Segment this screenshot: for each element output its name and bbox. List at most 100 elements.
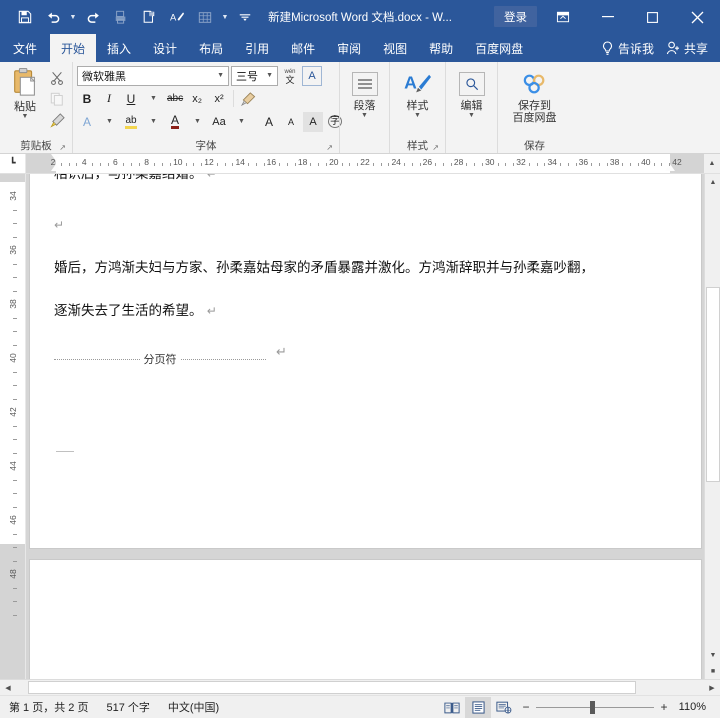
bold-button[interactable]: B bbox=[77, 89, 97, 109]
save-icon[interactable] bbox=[12, 5, 38, 29]
zoom-out-button[interactable]: − bbox=[521, 700, 531, 714]
paragraph-button[interactable]: 段落 ▼ bbox=[344, 65, 385, 119]
word-count[interactable]: 517 个字 bbox=[97, 699, 158, 715]
strikethrough-button[interactable]: abc bbox=[165, 89, 185, 109]
tab-design[interactable]: 设计 bbox=[142, 34, 188, 62]
format-painter-button[interactable] bbox=[46, 110, 68, 130]
italic-button[interactable]: I bbox=[99, 89, 119, 109]
editing-chevron-down-icon[interactable]: ▼ bbox=[468, 112, 475, 119]
horizontal-scrollbar[interactable]: ◀ ▶ bbox=[0, 679, 720, 695]
subscript-button[interactable]: x₂ bbox=[187, 89, 207, 109]
sign-in-button[interactable]: 登录 bbox=[494, 6, 537, 27]
editing-button[interactable]: 编辑 ▼ bbox=[450, 65, 493, 119]
ribbon-display-options-button[interactable] bbox=[540, 0, 585, 34]
split-view-button[interactable]: ■ bbox=[705, 663, 720, 679]
document-line-4[interactable]: 逐渐失去了生活的希望。 ↵ bbox=[54, 304, 217, 319]
tab-review[interactable]: 审阅 bbox=[326, 34, 372, 62]
tab-stop-selector[interactable]: ┗ bbox=[0, 154, 26, 173]
table-icon[interactable] bbox=[192, 5, 218, 29]
vertical-scrollbar[interactable]: ▲ ▼ ■ bbox=[704, 174, 720, 679]
highlight-button[interactable]: ab bbox=[121, 112, 141, 132]
document-line-1[interactable]: 相识后，与孙柔嘉结婚。 ↵ bbox=[54, 174, 217, 182]
page-break-marker[interactable]: 分页符 bbox=[54, 351, 266, 367]
tab-layout[interactable]: 布局 bbox=[188, 34, 234, 62]
tab-insert[interactable]: 插入 bbox=[96, 34, 142, 62]
styles-dialog-launcher-icon[interactable]: ↗ bbox=[432, 143, 439, 152]
save-to-baidu-netdisk-button[interactable]: 保存到 百度网盘 bbox=[502, 65, 567, 124]
paste-button[interactable]: 粘贴 ▼ bbox=[4, 65, 46, 120]
zoom-slider[interactable] bbox=[536, 700, 654, 714]
clear-formatting-button[interactable] bbox=[238, 89, 258, 109]
character-border-button[interactable]: A bbox=[302, 65, 322, 86]
clipboard-dialog-launcher-icon[interactable]: ↗ bbox=[59, 143, 66, 152]
scroll-left-button[interactable]: ◀ bbox=[0, 680, 16, 696]
document-line-2[interactable]: ↵ bbox=[54, 219, 64, 233]
styles-button[interactable]: A 样式 ▼ bbox=[394, 65, 441, 119]
document-page-2[interactable] bbox=[29, 559, 702, 679]
superscript-button[interactable]: x² bbox=[209, 89, 229, 109]
language-indicator[interactable]: 中文(中国) bbox=[159, 699, 228, 715]
phonetic-guide-button[interactable]: wén 文 bbox=[280, 66, 300, 86]
redo-icon[interactable] bbox=[80, 5, 106, 29]
horizontal-scrollbar-thumb[interactable] bbox=[28, 680, 636, 694]
font-size-combo[interactable]: 三号 ▼ bbox=[231, 65, 278, 86]
character-shading-button[interactable]: A bbox=[303, 111, 323, 132]
print-preview-icon[interactable] bbox=[108, 5, 134, 29]
font-color-dropdown-button[interactable]: ▼ bbox=[187, 112, 207, 132]
font-name-combo[interactable]: 微软雅黑 ▼ bbox=[77, 65, 229, 86]
tab-references[interactable]: 引用 bbox=[234, 34, 280, 62]
document-canvas[interactable]: 相识后，与孙柔嘉结婚。 ↵ ↵ 婚后，方鸿渐夫妇与方家、孙柔嘉姑母家的矛盾暴露并… bbox=[26, 174, 720, 679]
text-effects-dropdown-button[interactable]: ▼ bbox=[99, 112, 119, 132]
share-button[interactable]: 共享 bbox=[662, 34, 720, 62]
paste-dropdown-icon[interactable]: ▼ bbox=[22, 113, 29, 120]
font-color-button[interactable]: A bbox=[165, 112, 185, 132]
close-button[interactable] bbox=[675, 0, 720, 34]
change-case-dropdown-button[interactable]: ▼ bbox=[231, 112, 251, 132]
zoom-in-button[interactable]: + bbox=[659, 700, 669, 714]
horizontal-scrollbar-track[interactable] bbox=[16, 680, 704, 696]
vertical-scrollbar-thumb[interactable] bbox=[706, 287, 720, 482]
scroll-right-button[interactable]: ▶ bbox=[704, 680, 720, 696]
underline-button[interactable]: U bbox=[121, 89, 141, 109]
grow-font-button[interactable]: A bbox=[259, 112, 279, 132]
change-case-button[interactable]: Aa bbox=[209, 112, 229, 132]
print-layout-button[interactable] bbox=[465, 696, 491, 718]
tab-baidu-netdisk[interactable]: 百度网盘 bbox=[464, 34, 534, 62]
undo-icon[interactable] bbox=[40, 5, 66, 29]
minimize-button[interactable] bbox=[585, 0, 630, 34]
copy-button[interactable] bbox=[46, 89, 68, 109]
table-dropdown-icon[interactable]: ▼ bbox=[220, 5, 230, 29]
zoom-level-label[interactable]: 110% bbox=[674, 701, 714, 713]
quick-print-icon[interactable] bbox=[136, 5, 162, 29]
tab-help[interactable]: 帮助 bbox=[418, 34, 464, 62]
web-layout-button[interactable] bbox=[491, 697, 517, 718]
spelling-grammar-icon[interactable]: A bbox=[164, 5, 190, 29]
undo-dropdown-icon[interactable]: ▼ bbox=[68, 5, 78, 29]
underline-dropdown-button[interactable]: ▼ bbox=[143, 89, 163, 109]
cut-button[interactable] bbox=[46, 68, 68, 88]
highlight-dropdown-button[interactable]: ▼ bbox=[143, 112, 163, 132]
read-mode-button[interactable] bbox=[439, 697, 465, 718]
tell-me-button[interactable]: 告诉我 bbox=[597, 34, 662, 62]
font-size-chevron-down-icon[interactable]: ▼ bbox=[264, 72, 275, 79]
styles-chevron-down-icon[interactable]: ▼ bbox=[414, 112, 421, 119]
page-indicator[interactable]: 第 1 页，共 2 页 bbox=[0, 699, 97, 715]
scroll-up-button[interactable]: ▲ bbox=[705, 174, 720, 190]
customize-qat-icon[interactable] bbox=[232, 5, 258, 29]
font-dialog-launcher-icon[interactable]: ↗ bbox=[326, 143, 333, 152]
zoom-slider-thumb[interactable] bbox=[590, 700, 595, 714]
tab-home[interactable]: 开始 bbox=[50, 34, 97, 62]
tab-file[interactable]: 文件 bbox=[0, 34, 50, 62]
shrink-font-button[interactable]: A bbox=[281, 112, 301, 132]
scroll-down-button[interactable]: ▼ bbox=[705, 647, 720, 663]
ruler-scroll-up-icon[interactable]: ▲ bbox=[704, 154, 720, 173]
paragraph-chevron-down-icon[interactable]: ▼ bbox=[361, 112, 368, 119]
font-name-chevron-down-icon[interactable]: ▼ bbox=[215, 72, 226, 79]
vertical-ruler[interactable]: 34 36 38 40 42 44 46 48 bbox=[0, 174, 26, 679]
maximize-button[interactable] bbox=[630, 0, 675, 34]
horizontal-ruler-track[interactable]: 2 4 6 8 10 12 14 16 18 20 22 24 26 28 30 32 34 36 38 40 42 bbox=[26, 154, 704, 173]
tab-view[interactable]: 视图 bbox=[372, 34, 418, 62]
document-line-3[interactable]: 婚后，方鸿渐夫妇与方家、孙柔嘉姑母家的矛盾暴露并激化。方鸿渐辞职并与孙柔嘉吵翻， bbox=[54, 261, 594, 276]
text-effects-button[interactable]: A bbox=[77, 112, 97, 132]
tab-mailings[interactable]: 邮件 bbox=[280, 34, 326, 62]
